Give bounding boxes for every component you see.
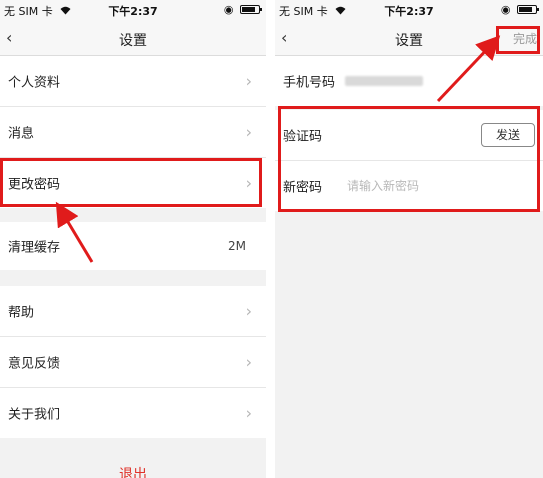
settings-item-messages[interactable]: 消息 › [0, 107, 266, 157]
settings-item-profile[interactable]: 个人资料 › [0, 56, 266, 106]
battery-icon [517, 5, 539, 14]
settings-screen-left: 无 SIM 卡 下午2:37 ◉ ‹ 设置 个人资料 › 消息 › 更改密码 ›… [0, 0, 266, 478]
cache-size-value: 2M [228, 239, 246, 253]
nav-bar: ‹ 设置 [275, 20, 543, 56]
nav-bar: ‹ 设置 [0, 20, 266, 56]
phone-number-row: 手机号码 [275, 56, 543, 106]
done-button[interactable]: 完成 [513, 30, 537, 47]
settings-item-label: 清理缓存 [8, 240, 61, 256]
settings-item-label: 关于我们 [8, 407, 61, 423]
new-password-input[interactable] [347, 179, 487, 193]
settings-item-label: 个人资料 [8, 75, 61, 91]
battery-icon [240, 5, 262, 14]
settings-item-about[interactable]: 关于我们 › [0, 388, 266, 438]
settings-item-label: 意见反馈 [8, 356, 61, 372]
status-bar: 无 SIM 卡 下午2:37 ◉ [275, 0, 543, 20]
settings-item-label: 更改密码 [8, 177, 61, 193]
settings-item-help[interactable]: 帮助 › [0, 286, 266, 336]
settings-item-clear-cache[interactable]: 清理缓存 2M [0, 222, 266, 270]
logout-button[interactable]: 退出 [0, 464, 266, 478]
phone-number-value-blurred [345, 76, 423, 86]
divider [266, 0, 275, 478]
page-title: 设置 [119, 33, 147, 49]
chevron-right-icon: › [245, 403, 252, 423]
chevron-right-icon: › [245, 352, 252, 372]
verification-code-row: 验证码 发送 [275, 110, 543, 160]
chevron-right-icon: › [245, 301, 252, 321]
settings-item-change-password[interactable]: 更改密码 › [0, 158, 266, 208]
page-title: 设置 [395, 33, 423, 49]
settings-item-label: 消息 [8, 126, 35, 142]
new-password-row: 新密码 [275, 161, 543, 211]
phone-number-label: 手机号码 [283, 75, 336, 91]
settings-item-label: 帮助 [8, 305, 35, 321]
orientation-lock-icon: ◉ [223, 3, 234, 16]
send-code-button[interactable]: 发送 [481, 123, 535, 147]
new-password-label: 新密码 [283, 180, 323, 196]
verification-code-label: 验证码 [283, 129, 323, 145]
status-bar: 无 SIM 卡 下午2:37 ◉ [0, 0, 266, 20]
chevron-right-icon: › [245, 122, 252, 142]
settings-item-feedback[interactable]: 意见反馈 › [0, 337, 266, 387]
chevron-right-icon: › [245, 173, 252, 193]
chevron-right-icon: › [245, 71, 252, 91]
change-password-screen: 无 SIM 卡 下午2:37 ◉ ‹ 设置 完成 手机号码 验证码 发送 新密码 [275, 0, 543, 478]
orientation-lock-icon: ◉ [500, 3, 511, 16]
